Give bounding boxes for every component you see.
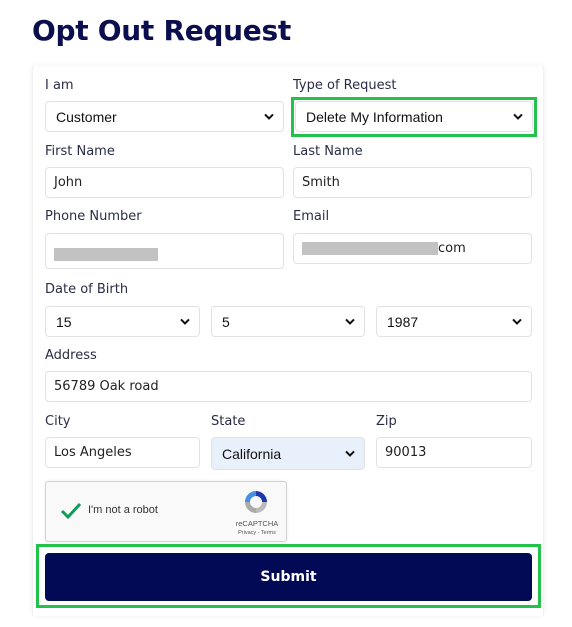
phone-redacted-value xyxy=(54,247,158,261)
phone-input[interactable] xyxy=(45,233,284,269)
dob-label: Date of Birth xyxy=(45,282,129,297)
state-select[interactable]: California xyxy=(211,437,365,470)
last-name-label: Last Name xyxy=(293,144,363,159)
dob-year-value: 1987 xyxy=(387,313,419,330)
email-input[interactable]: com xyxy=(293,233,532,264)
city-input[interactable]: Los Angeles xyxy=(45,437,200,468)
i-am-select[interactable]: Customer xyxy=(45,101,284,132)
state-label: State xyxy=(211,414,246,429)
last-name-input[interactable]: Smith xyxy=(293,167,532,198)
opt-out-form: I am Customer Type of Request Delete My … xyxy=(32,66,544,616)
email-label: Email xyxy=(293,209,330,224)
dob-year-select[interactable]: 1987 xyxy=(376,306,532,337)
i-am-label: I am xyxy=(45,78,74,93)
last-name-value: Smith xyxy=(302,175,340,190)
page-title: Opt Out Request xyxy=(32,14,291,47)
recaptcha-links[interactable]: Privacy - Terms xyxy=(230,530,284,536)
recaptcha-brand: reCAPTCHA xyxy=(235,519,279,528)
zip-value: 90013 xyxy=(385,445,427,460)
dob-day-select[interactable]: 15 xyxy=(45,306,200,337)
chevron-down-icon xyxy=(512,318,522,325)
zip-label: Zip xyxy=(376,414,397,429)
email-suffix: com xyxy=(438,241,466,256)
chevron-down-icon xyxy=(345,318,355,325)
request-type-select[interactable]: Delete My Information xyxy=(295,101,533,132)
address-value: 56789 Oak road xyxy=(54,379,159,394)
address-input[interactable]: 56789 Oak road xyxy=(45,371,532,402)
dob-day-value: 15 xyxy=(56,313,72,330)
zip-input[interactable]: 90013 xyxy=(376,437,532,468)
city-value: Los Angeles xyxy=(54,445,132,460)
chevron-down-icon xyxy=(345,450,355,457)
phone-label: Phone Number xyxy=(45,209,142,224)
i-am-value: Customer xyxy=(56,108,117,125)
dob-month-select[interactable]: 5 xyxy=(211,306,365,337)
recaptcha-label: I'm not a robot xyxy=(88,504,158,516)
submit-button[interactable]: Submit xyxy=(45,553,532,601)
first-name-value: John xyxy=(54,175,83,190)
chevron-down-icon xyxy=(264,113,274,120)
city-label: City xyxy=(45,414,71,429)
request-type-label: Type of Request xyxy=(293,78,397,93)
request-type-value: Delete My Information xyxy=(306,108,443,125)
first-name-input[interactable]: John xyxy=(45,167,284,198)
state-value: California xyxy=(222,445,282,462)
checkmark-icon[interactable] xyxy=(60,500,82,522)
first-name-label: First Name xyxy=(45,144,115,159)
address-label: Address xyxy=(45,348,97,363)
chevron-down-icon xyxy=(513,113,523,120)
recaptcha-logo-icon xyxy=(245,491,267,513)
chevron-down-icon xyxy=(180,318,190,325)
recaptcha-widget: I'm not a robot reCAPTCHA Privacy - Term… xyxy=(45,481,287,542)
dob-month-value: 5 xyxy=(222,313,230,330)
email-redacted-value xyxy=(302,242,438,255)
